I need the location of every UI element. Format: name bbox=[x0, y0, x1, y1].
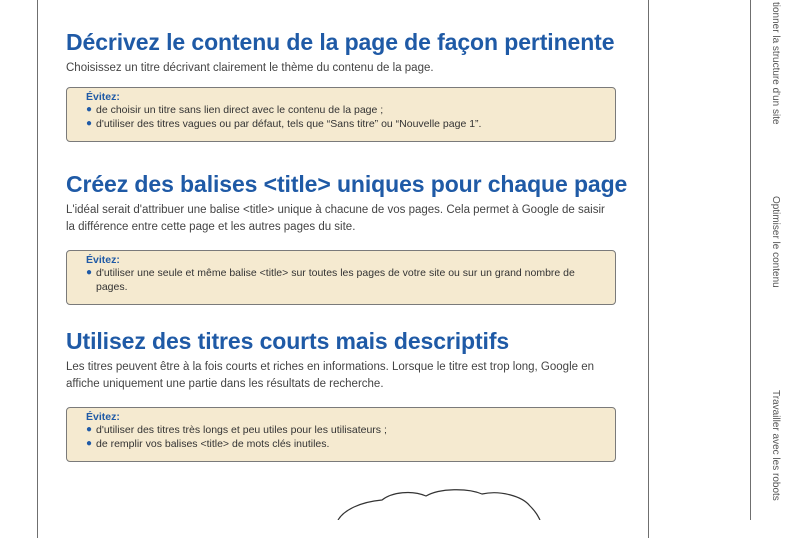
avoid-item-text: d'utiliser des titres très longs et peu … bbox=[96, 424, 387, 436]
speech-cloud-icon bbox=[337, 489, 541, 520]
section-paragraph: Les titres peuvent être à la fois courts… bbox=[66, 361, 595, 390]
avoid-item: ● d'utiliser des titres vagues ou par déf… bbox=[86, 117, 605, 131]
bullet-icon: ● bbox=[86, 118, 93, 129]
side-divider bbox=[750, 0, 751, 520]
avoid-item-text: d'utiliser des titres vagues ou par défa… bbox=[96, 118, 482, 130]
avoid-list: ● d'utiliser une seule et même balise <ti… bbox=[86, 266, 605, 294]
section-paragraph: Choisissez un titre décrivant clairement… bbox=[66, 62, 434, 74]
bullet-icon: ● bbox=[86, 438, 93, 449]
avoid-box: Évitez: ● d'utiliser des titres très long… bbox=[66, 407, 616, 462]
avoid-item: ● de choisir un titre sans lien direct av… bbox=[86, 103, 605, 117]
side-tab-structure[interactable]: tionner la structure d'un site bbox=[770, 2, 781, 125]
avoid-title: Évitez: bbox=[86, 91, 120, 103]
avoid-item: ● d'utiliser une seule et même balise <ti… bbox=[86, 266, 605, 294]
section-heading: Décrivez le contenu de la page de façon … bbox=[66, 29, 615, 55]
avoid-list: ● d'utiliser des titres très longs et peu… bbox=[86, 423, 605, 451]
avoid-box: Évitez: ● de choisir un titre sans lien d… bbox=[66, 87, 616, 142]
avoid-item-text: de choisir un titre sans lien direct ave… bbox=[96, 104, 384, 116]
avoid-title: Évitez: bbox=[86, 411, 120, 423]
avoid-item: ● de remplir vos balises <title> de mots … bbox=[86, 437, 605, 451]
avoid-item: ● d'utiliser des titres très longs et peu… bbox=[86, 423, 605, 437]
section-short-titles: Utilisez des titres courts mais descript… bbox=[66, 328, 626, 393]
avoid-list: ● de choisir un titre sans lien direct av… bbox=[86, 103, 605, 131]
avoid-item-text: de remplir vos balises <title> de mots c… bbox=[96, 438, 330, 450]
bullet-icon: ● bbox=[86, 424, 93, 435]
section-unique-titles: Créez des balises <title> uniques pour c… bbox=[66, 171, 628, 236]
side-tab-content[interactable]: Optimiser le contenu bbox=[770, 196, 781, 288]
bullet-icon: ● bbox=[86, 267, 93, 278]
section-paragraph: L'idéal serait d'attribuer une balise <t… bbox=[66, 204, 605, 233]
avoid-item-text: d'utiliser une seule et même balise <tit… bbox=[96, 267, 575, 293]
section-describe: Décrivez le contenu de la page de façon … bbox=[66, 29, 626, 77]
side-tab-robots[interactable]: Travailler avec les robots bbox=[770, 390, 781, 501]
section-heading: Utilisez des titres courts mais descript… bbox=[66, 328, 510, 354]
avoid-box: Évitez: ● d'utiliser une seule et même ba… bbox=[66, 250, 616, 305]
section-heading: Créez des balises <title> uniques pour c… bbox=[66, 171, 628, 197]
avoid-title: Évitez: bbox=[86, 254, 120, 266]
bullet-icon: ● bbox=[86, 104, 93, 115]
